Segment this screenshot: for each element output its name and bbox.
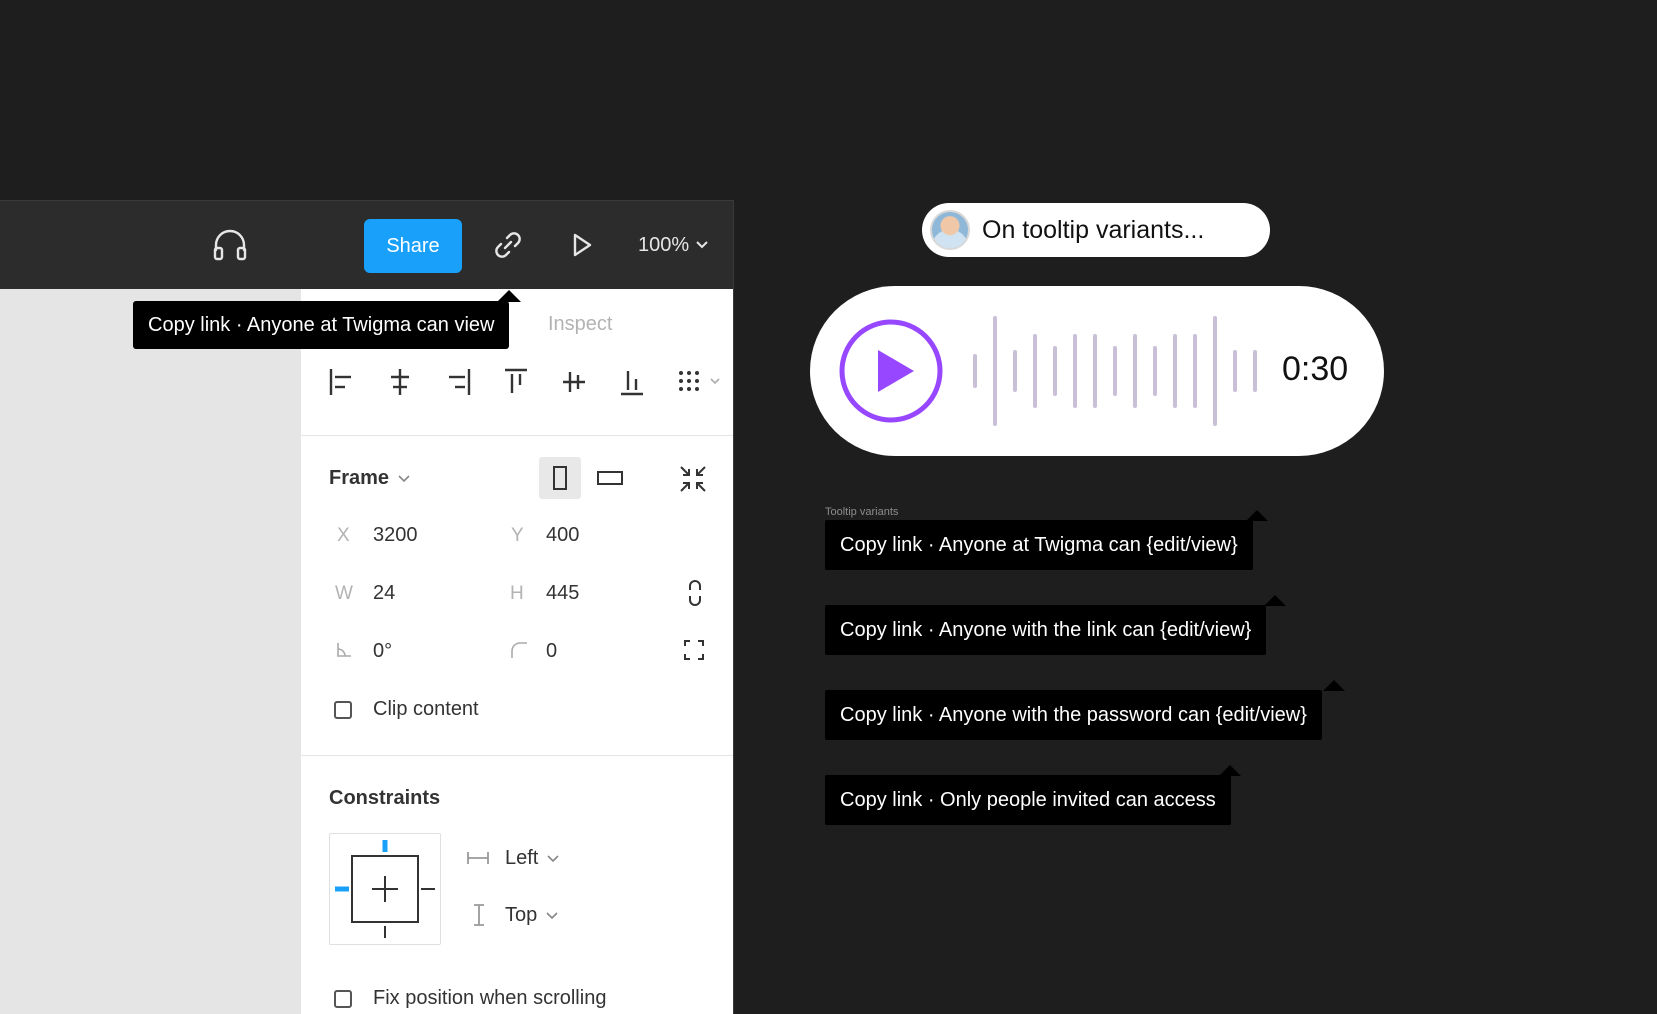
horizontal-constraint-icon [467,852,489,864]
toolbar: Share 100% [0,201,733,289]
vertical-constraint-dropdown[interactable]: Top [505,904,559,927]
landscape-orientation-button[interactable] [589,457,631,499]
constraints-widget[interactable] [329,833,441,945]
rotation-input[interactable]: 0° [373,640,392,663]
chevron-down-icon [398,474,410,482]
resize-to-fit-button[interactable] [673,459,713,499]
audio-message-player: 0:30 [810,286,1384,456]
tooltip-variant-twigma: Copy link · Anyone at Twigma can {edit/v… [825,520,1253,570]
align-right-icon[interactable] [443,365,473,399]
divider [301,435,733,436]
independent-corners-icon [684,640,704,660]
canvas-area[interactable] [0,289,300,1014]
play-icon [878,350,914,392]
chain-link-icon [689,580,701,606]
comment-text: On tooltip variants... [982,215,1205,244]
tooltip-variant-link: Copy link · Anyone with the link can {ed… [825,605,1267,655]
properties-panel: Frame X 3200 Y 400 W 24 H 445 0° 0 Clip … [300,289,733,1014]
play-button[interactable] [838,318,944,424]
w-input[interactable]: 24 [373,582,395,605]
h-input[interactable]: 445 [546,582,579,605]
h-label: H [510,583,524,604]
vertical-constraint-icon [474,904,484,926]
y-input[interactable]: 400 [546,524,579,547]
tab-inspect[interactable]: Inspect [548,313,612,336]
align-horizontal-center-icon[interactable] [385,365,415,399]
fix-position-checkbox[interactable] [334,990,352,1008]
align-top-icon[interactable] [501,365,531,399]
horizontal-constraint-value: Left [505,847,539,869]
align-vertical-center-icon[interactable] [559,365,589,399]
audio-duration: 0:30 [1282,350,1349,388]
chevron-down-icon [696,241,708,249]
tooltip-variants-label: Tooltip variants [825,506,899,518]
horizontal-constraint-dropdown[interactable]: Left [505,847,560,870]
corner-radius-input[interactable]: 0 [546,640,557,663]
avatar [930,210,970,250]
corner-radius-icon [511,642,527,658]
alignment-toolbar [327,365,727,405]
constraints-title: Constraints [329,787,441,809]
w-label: W [335,583,353,604]
share-button[interactable]: Share [364,219,462,273]
vertical-constraint-value: Top [505,904,538,926]
chevron-down-icon [546,911,558,919]
landscape-icon [597,471,623,485]
resize-to-fit-icon [680,466,706,492]
align-bottom-icon[interactable] [617,365,647,399]
comment-bubble[interactable]: On tooltip variants... [922,203,1270,257]
y-label: Y [511,525,524,546]
chevron-down-icon [547,854,559,862]
zoom-value: 100% [638,233,690,256]
align-left-icon[interactable] [327,365,357,399]
tooltip-variant-invited: Copy link · Only people invited can acce… [825,775,1231,825]
x-input[interactable]: 3200 [373,524,418,547]
present-play-icon[interactable] [562,225,602,265]
copy-link-tooltip: Copy link · Anyone at Twigma can view [133,301,510,349]
zoom-dropdown[interactable]: 100% [638,225,709,265]
rotation-angle-icon [337,643,351,657]
tooltip-caret [1323,680,1345,691]
constrain-proportions-button[interactable] [681,577,709,609]
independent-corners-button[interactable] [679,635,709,665]
link-icon[interactable] [488,225,528,265]
portrait-icon [553,466,567,490]
clip-content-checkbox[interactable] [334,701,352,719]
frame-title: Frame [329,467,390,489]
divider [301,755,733,756]
portrait-orientation-button[interactable] [539,457,581,499]
audio-waveform[interactable] [960,306,1260,436]
fix-position-label: Fix position when scrolling [373,987,607,1009]
headphones-icon[interactable] [210,225,250,265]
tooltip-variant-password: Copy link · Anyone with the password can… [825,690,1322,740]
distribute-grid-icon[interactable] [675,365,727,399]
constraints-diagram [335,840,435,938]
clip-content-label: Clip content [373,698,479,720]
tooltip-caret [1264,595,1286,606]
frame-dropdown[interactable]: Frame [329,467,411,490]
x-label: X [337,525,350,546]
